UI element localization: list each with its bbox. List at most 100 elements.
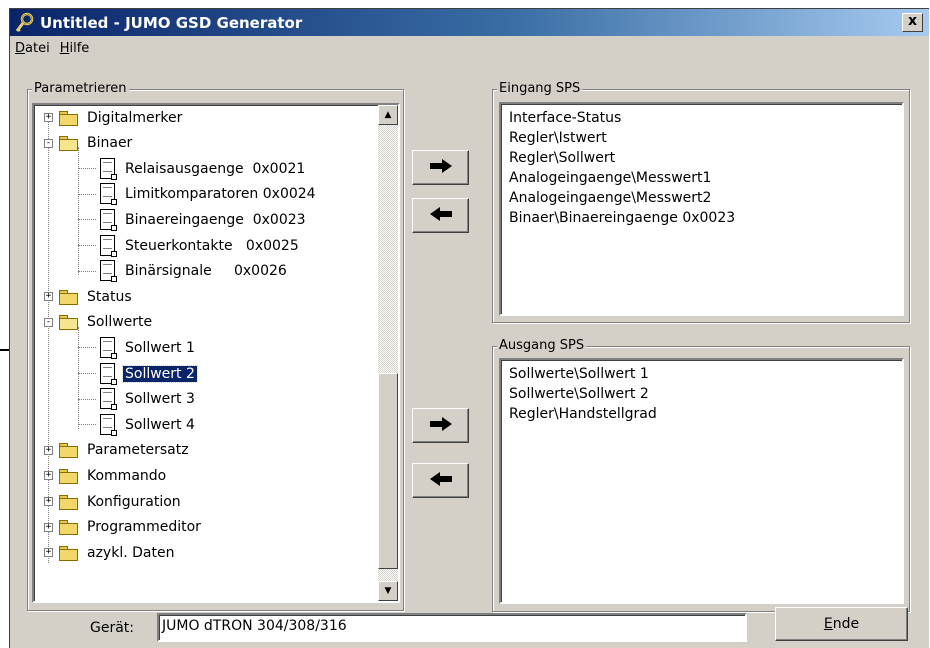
device-field[interactable]: JUMO dTRON 304/308/316 (157, 613, 747, 642)
list-item[interactable]: Regler\Istwert (501, 128, 902, 148)
folder-icon (59, 545, 79, 561)
tree-node-label: Programmeditor (87, 519, 201, 536)
scroll-down-button[interactable]: ▼ (378, 581, 398, 601)
scroll-thumb[interactable] (378, 373, 398, 569)
parameter-tree[interactable]: + Digitalmerker - Binaer Relaisausgaenge 0x0… (32, 103, 400, 603)
end-button-mnemonic: E (823, 616, 833, 632)
tree-node-label: Binaer (87, 135, 133, 152)
document-icon (100, 208, 117, 231)
arrow-left-icon (429, 471, 452, 490)
folder-icon (59, 110, 79, 126)
tree-node[interactable]: + Parametersatz (44, 438, 191, 463)
tree-node-label: Binärsignale 0x0026 (125, 263, 287, 280)
tree-node[interactable]: Steuerkontakte 0x0025 (76, 233, 301, 258)
tree-node[interactable]: Sollwert 2 (76, 361, 198, 386)
scroll-up-button[interactable]: ▲ (378, 105, 398, 125)
tree-node-label: Konfiguration (87, 493, 181, 510)
tree-node[interactable]: Sollwert 4 (76, 412, 197, 437)
close-icon: x (907, 13, 918, 29)
document-icon (100, 388, 117, 411)
tree-node-label: Relaisausgaenge 0x0021 (125, 160, 306, 177)
expand-icon[interactable]: + (44, 548, 53, 558)
expand-icon[interactable]: + (44, 292, 53, 302)
device-label: Gerät: (90, 620, 135, 636)
tree-branch-line (78, 373, 96, 374)
eingang-sps-list[interactable]: Interface-Status Regler\Istwert Regler\S… (499, 102, 904, 316)
tree-node-label: Steuerkontakte 0x0025 (125, 237, 299, 254)
expand-icon[interactable]: + (44, 497, 53, 506)
list-item[interactable]: Sollwerte\Sollwert 2 (501, 384, 902, 404)
ausgang-sps-items: Sollwerte\Sollwert 1 Sollwerte\Sollwert … (501, 360, 902, 424)
menu-datei-mnemonic: D (15, 41, 26, 56)
arrow-right-icon (429, 416, 452, 435)
tree-node[interactable]: - Sollwerte (44, 310, 154, 335)
expand-icon[interactable]: + (44, 445, 53, 455)
folder-icon (59, 494, 79, 510)
arrow-right-icon (429, 158, 452, 177)
folder-icon (59, 468, 79, 484)
tree-node-label: Sollwert 1 (125, 339, 195, 356)
tree-node-label: Parametersatz (87, 442, 189, 459)
tree-node[interactable]: + Konfiguration (44, 489, 183, 514)
ausgang-sps-list[interactable]: Sollwerte\Sollwert 1 Sollwerte\Sollwert … (499, 358, 904, 604)
tree-branch-line (78, 245, 96, 246)
tree-node-label: Sollwert 3 (125, 391, 195, 408)
tree-node[interactable]: Binärsignale 0x0026 (76, 259, 289, 284)
ausgang-sps-label: Ausgang SPS (497, 338, 587, 354)
menu-hilfe[interactable]: Hilfe (55, 39, 95, 61)
tree-node-label: Status (87, 288, 132, 305)
parametrieren-group-label: Parametrieren (32, 81, 129, 97)
tree-node[interactable]: + azykl. Daten (44, 540, 176, 565)
add-to-input-button[interactable] (412, 150, 469, 185)
tree-node-label: Sollwert 4 (125, 416, 195, 433)
list-item[interactable]: Regler\Handstellgrad (501, 404, 902, 424)
close-button[interactable]: x (902, 13, 923, 32)
tree-node[interactable]: + Programmeditor (44, 515, 203, 540)
tree-node[interactable]: Sollwert 1 (76, 335, 197, 360)
expand-icon[interactable]: + (44, 522, 53, 532)
expand-icon[interactable]: + (44, 471, 53, 481)
remove-from-input-button[interactable] (412, 198, 469, 233)
collapse-icon[interactable]: - (44, 317, 53, 327)
tree-branch-line (78, 219, 96, 221)
tree-node[interactable]: + Status (44, 284, 134, 309)
tree-branch-line (78, 270, 96, 272)
folder-icon (59, 519, 79, 536)
folder-open-icon (59, 314, 79, 331)
expand-icon[interactable]: + (44, 113, 53, 122)
add-to-output-button[interactable] (412, 408, 469, 443)
tree-node[interactable]: - Binaer (44, 131, 134, 156)
list-item[interactable]: Analogeingaenge\Messwert1 (501, 168, 902, 188)
tree-branch-line (78, 424, 96, 426)
title-bar: Untitled - JUMO GSD Generator x (10, 9, 929, 36)
tree-node[interactable]: Limitkomparatoren 0x0024 (76, 182, 318, 207)
tree-node-label: Kommando (87, 467, 167, 484)
list-item[interactable]: Sollwerte\Sollwert 1 (501, 364, 902, 384)
tree-node[interactable]: Binaereingaenge 0x0023 (76, 207, 308, 232)
tree-node[interactable]: + Digitalmerker (44, 105, 184, 130)
menu-datei[interactable]: Datei (10, 39, 55, 61)
document-icon (100, 157, 117, 180)
tree-node[interactable]: + Kommando (44, 463, 168, 488)
list-item[interactable]: Binaer\Binaereingaenge 0x0023 (501, 208, 902, 228)
tree-node[interactable]: Relaisausgaenge 0x0021 (76, 156, 307, 181)
menu-datei-label: atei (25, 41, 50, 56)
window-title: Untitled - JUMO GSD Generator (40, 13, 303, 32)
document-icon (100, 260, 117, 283)
menu-bar: Datei Hilfe (10, 39, 94, 61)
end-button[interactable]: Ende (775, 607, 908, 641)
list-item[interactable]: Analogeingaenge\Messwert2 (501, 188, 902, 208)
tree-node-label: Sollwerte (87, 314, 153, 331)
collapse-icon[interactable]: - (44, 138, 53, 148)
tree-scrollbar[interactable]: ▲ ▼ (378, 105, 398, 601)
eingang-sps-items: Interface-Status Regler\Istwert Regler\S… (501, 104, 902, 228)
list-item[interactable]: Regler\Sollwert (501, 148, 902, 168)
document-icon (100, 413, 117, 436)
remove-from-output-button[interactable] (412, 463, 469, 498)
menu-hilfe-label: ilfe (69, 41, 90, 56)
tree-node-label: Digitalmerker (87, 109, 183, 126)
tree-node[interactable]: Sollwert 3 (76, 387, 197, 412)
document-icon (100, 234, 117, 257)
tree-branch-line (78, 347, 96, 349)
list-item[interactable]: Interface-Status (501, 108, 902, 128)
